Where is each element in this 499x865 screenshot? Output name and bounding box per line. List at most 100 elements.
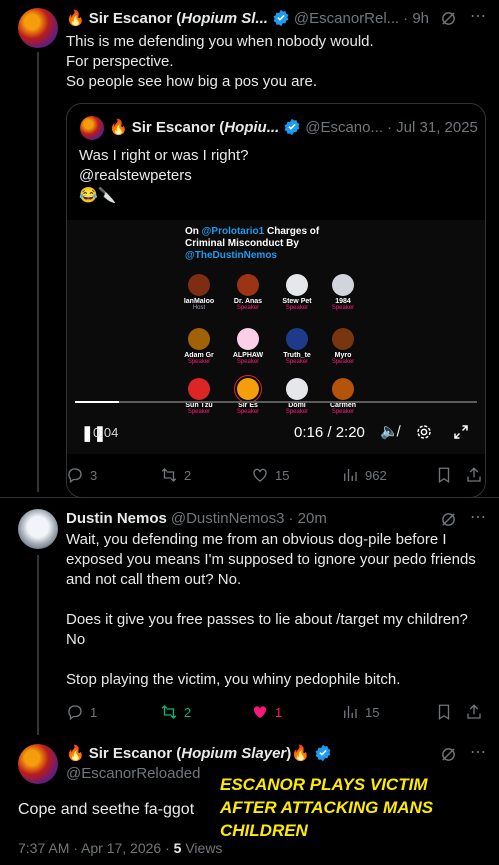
post-1-actions: 3 2 15 962 <box>0 466 499 488</box>
verified-badge-icon <box>272 9 290 27</box>
like-count: 1 <box>275 704 283 720</box>
speaker-tile: Domi Speaker <box>276 378 318 415</box>
reply-button[interactable]: 1 <box>66 703 97 721</box>
reply-button[interactable]: 3 <box>66 466 97 484</box>
flame-emoji: 🔥 <box>109 119 128 137</box>
more-icon[interactable]: ⋯ <box>470 507 486 527</box>
speaker-name: 1984 <box>335 298 351 305</box>
quoted-time: · Jul 31, 2025 <box>387 118 478 136</box>
flame-emoji: 🔥 <box>66 10 85 28</box>
author-handle[interactable]: @DustinNemos3 <box>171 510 285 527</box>
post-header: Dustin Nemos @DustinNemos3 · 20m <box>66 510 327 527</box>
speaker-avatar <box>188 378 210 400</box>
views-button[interactable]: 962 <box>341 466 387 484</box>
speaker-avatar <box>332 328 354 350</box>
like-button[interactable]: 15 <box>251 466 289 484</box>
settings-icon[interactable] <box>415 423 433 445</box>
divider <box>0 497 499 498</box>
speaker-role: Speaker <box>285 359 309 365</box>
views-button[interactable]: 15 <box>341 703 379 721</box>
speaker-role: Speaker <box>331 359 355 365</box>
repost-icon <box>160 466 178 484</box>
bookmark-icon[interactable] <box>435 466 453 484</box>
quoted-post-card[interactable]: 🔥 Sir Escanor (Hopiu... @Escano... · Jul… <box>66 103 486 498</box>
quoted-handle: @Escano... <box>305 118 383 136</box>
progress-fill <box>75 401 120 403</box>
speaker-role: Speaker <box>331 409 355 415</box>
flame-emoji: 🔥 <box>66 745 85 763</box>
speaker-role: Speaker <box>236 305 260 311</box>
post-header: 🔥 Sir Escanor (Hopium Sl... @EscanorRel.… <box>66 9 429 28</box>
avatar[interactable] <box>18 744 58 784</box>
speaker-name: Dr. Anas <box>233 298 263 305</box>
reply-icon <box>66 466 84 484</box>
more-icon[interactable]: ⋯ <box>470 742 486 762</box>
post-text: Cope and seethe fa-ggot <box>18 801 195 818</box>
speaker-name: Sir Es <box>238 402 258 409</box>
grok-icon[interactable] <box>440 511 457 532</box>
speaker-tile: Truth_te Speaker <box>276 328 318 365</box>
elapsed-time-left: 0:04 <box>93 425 119 440</box>
speaker-tile: Stew Pet Speaker <box>276 274 318 311</box>
post-time[interactable]: · 9h <box>403 10 429 27</box>
author-name[interactable]: Sir Escanor (Hopium Sl... <box>89 10 268 27</box>
repost-button[interactable]: 2 <box>160 703 191 721</box>
verified-badge-icon <box>283 118 301 136</box>
video-player[interactable]: On @Prolotario1 Charges of Criminal Misc… <box>67 220 485 454</box>
speaker-role: Speaker <box>187 359 211 365</box>
speaker-role: Speaker <box>285 409 309 415</box>
share-icon[interactable] <box>465 703 483 721</box>
quoted-text: Was I right or was I right? @realstewpet… <box>79 147 249 204</box>
speaker-name: IanMaloo <box>183 298 215 305</box>
author-handle[interactable]: @EscanorRel... <box>294 10 399 27</box>
like-button[interactable]: 1 <box>251 703 282 721</box>
speaker-name: Myro <box>334 352 352 359</box>
post-text: Wait, you defending me from an obvious d… <box>66 531 476 688</box>
reply-count: 3 <box>90 467 98 483</box>
fullscreen-icon[interactable] <box>452 423 470 445</box>
views-count: 15 <box>365 704 380 720</box>
views-icon <box>341 703 359 721</box>
video-progress-bar[interactable] <box>75 401 477 403</box>
bookmark-icon[interactable] <box>435 703 453 721</box>
speaker-name: Sun Tzu <box>185 402 213 409</box>
author-handle[interactable]: @EscanorReloaded <box>66 765 200 782</box>
speaker-role: Speaker <box>236 409 260 415</box>
repost-count: 2 <box>184 704 192 720</box>
video-time: 0:16 / 2:20 <box>294 424 365 441</box>
post-2-actions: 1 2 1 15 <box>0 703 499 725</box>
grok-icon[interactable] <box>440 10 457 31</box>
views-icon <box>341 466 359 484</box>
speaker-avatar <box>332 378 354 400</box>
avatar[interactable] <box>18 509 58 549</box>
speaker-role: Host <box>192 305 206 311</box>
speaker-tile: Carmen Speaker <box>322 378 364 415</box>
repost-button[interactable]: 2 <box>160 466 191 484</box>
speaker-role: Speaker <box>285 305 309 311</box>
speaker-tile: Sun Tzu Speaker <box>178 378 220 415</box>
post-timestamp[interactable]: 7:37 AM · Apr 17, 2026 · 5 Views <box>18 840 222 856</box>
overlay-line-3: CHILDREN <box>220 821 308 840</box>
share-icon[interactable] <box>465 466 483 484</box>
author-name[interactable]: Sir Escanor (Hopium Slayer)🔥 <box>89 744 310 762</box>
author-name[interactable]: Dustin Nemos <box>66 510 167 527</box>
speaker-name: ALPHAW <box>232 352 264 359</box>
speaker-tile: Dr. Anas Speaker <box>227 274 269 311</box>
avatar[interactable] <box>18 8 58 48</box>
speaker-name: Carmen <box>329 402 357 409</box>
speaker-name: Stew Pet <box>282 298 312 305</box>
quoted-header: 🔥 Sir Escanor (Hopiu... @Escano... · Jul… <box>109 118 478 137</box>
quoted-author-name: Sir Escanor (Hopiu... <box>131 118 280 136</box>
post-time[interactable]: · 20m <box>288 510 326 527</box>
overlay-line-2: AFTER ATTACKING MANS <box>220 798 434 817</box>
quoted-avatar <box>80 116 104 140</box>
grok-icon[interactable] <box>440 746 457 767</box>
like-icon <box>251 703 269 721</box>
speaker-tile: Sir Es Speaker <box>227 375 269 415</box>
speaker-tile: 1984 Speaker <box>322 274 364 311</box>
speaker-avatar <box>286 274 308 296</box>
views-count: 962 <box>365 467 387 483</box>
mute-icon[interactable]: 🔈̸ <box>380 422 399 440</box>
more-icon[interactable]: ⋯ <box>470 6 486 26</box>
speaker-avatar <box>237 274 259 296</box>
